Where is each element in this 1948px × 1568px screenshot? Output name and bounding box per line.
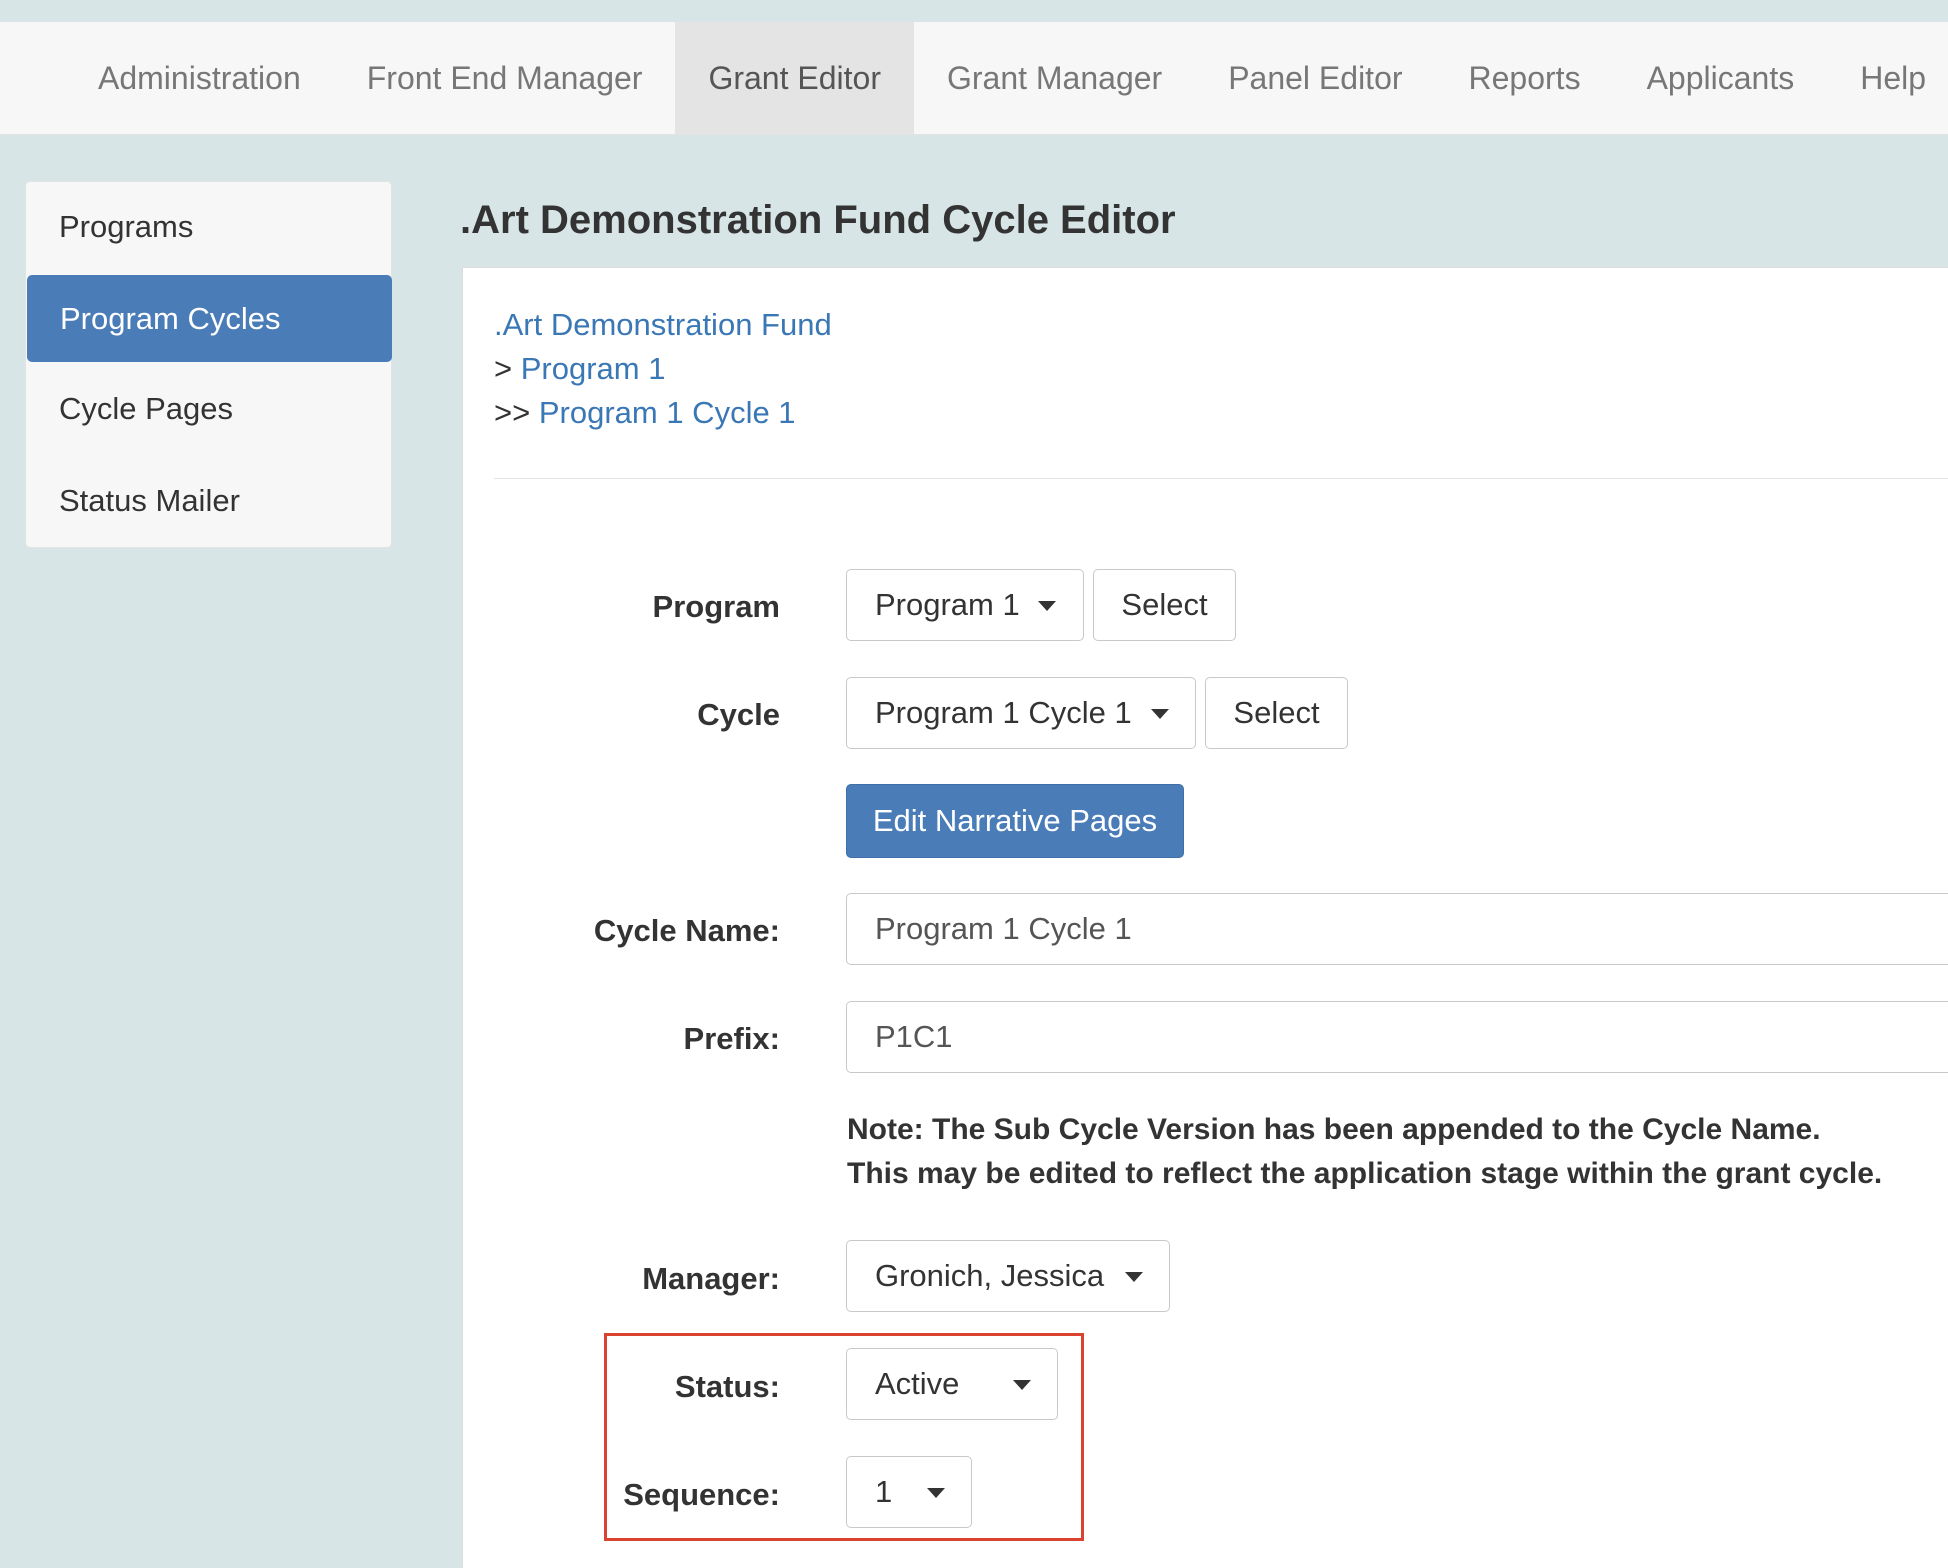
program-label: Program (652, 589, 780, 624)
nav-item-front-end-manager[interactable]: Front End Manager (334, 22, 676, 134)
top-strip (0, 0, 1948, 22)
prefix-label: Prefix: (683, 1021, 780, 1056)
breadcrumb-fund: .Art Demonstration Fund (494, 307, 832, 343)
breadcrumb-cycle-prefix: >> (494, 395, 531, 430)
program-dropdown-value: Program 1 (875, 587, 1020, 622)
caret-down-icon (927, 1488, 945, 1498)
sidebar-item-cycle-pages[interactable]: Cycle Pages (26, 365, 393, 452)
program-select-button[interactable]: Select (1093, 569, 1236, 641)
nav-item-panel-editor[interactable]: Panel Editor (1195, 22, 1435, 134)
nav-item-grant-manager[interactable]: Grant Manager (914, 22, 1195, 134)
main-navbar: Administration Front End Manager Grant E… (0, 22, 1948, 135)
cycle-dropdown-value: Program 1 Cycle 1 (875, 695, 1132, 730)
sidebar-item-program-cycles[interactable]: Program Cycles (27, 275, 392, 362)
cycle-name-label: Cycle Name: (593, 913, 780, 948)
status-dropdown-value: Active (875, 1366, 960, 1401)
cycle-label: Cycle (697, 697, 780, 732)
caret-down-icon (1151, 709, 1169, 719)
page-title: .Art Demonstration Fund Cycle Editor (460, 198, 1176, 242)
caret-down-icon (1125, 1272, 1143, 1282)
cycle-dropdown[interactable]: Program 1 Cycle 1 (846, 677, 1196, 749)
manager-dropdown[interactable]: Gronich, Jessica (846, 1240, 1170, 1312)
sequence-dropdown[interactable]: 1 (846, 1456, 972, 1528)
edit-narrative-pages-button[interactable]: Edit Narrative Pages (846, 784, 1184, 858)
sequence-label: Sequence: (623, 1477, 780, 1512)
breadcrumb-cycle-link[interactable]: Program 1 Cycle 1 (539, 395, 796, 430)
nav-item-administration[interactable]: Administration (65, 22, 334, 134)
breadcrumb-program: > Program 1 (494, 351, 665, 387)
status-dropdown[interactable]: Active (846, 1348, 1058, 1420)
nav-item-grant-editor[interactable]: Grant Editor (675, 22, 914, 134)
nav-item-applicants[interactable]: Applicants (1614, 22, 1828, 134)
breadcrumb-cycle: >> Program 1 Cycle 1 (494, 395, 796, 431)
breadcrumb-fund-link[interactable]: .Art Demonstration Fund (494, 307, 832, 342)
manager-dropdown-value: Gronich, Jessica (875, 1258, 1105, 1293)
sequence-dropdown-value: 1 (875, 1474, 893, 1509)
sidebar-item-status-mailer[interactable]: Status Mailer (26, 457, 393, 544)
prefix-input[interactable]: P1C1 (846, 1001, 1948, 1073)
status-label: Status: (674, 1369, 780, 1404)
note-line-2: This may be edited to reflect the applic… (847, 1157, 1883, 1190)
nav-item-reports[interactable]: Reports (1436, 22, 1614, 134)
manager-label: Manager: (642, 1261, 780, 1296)
caret-down-icon (1013, 1380, 1031, 1390)
nav-item-help[interactable]: Help (1827, 22, 1948, 134)
breadcrumb-program-link[interactable]: Program 1 (521, 351, 666, 386)
caret-down-icon (1038, 601, 1056, 611)
sidebar-item-programs[interactable]: Programs (26, 183, 393, 270)
cycle-select-button[interactable]: Select (1205, 677, 1348, 749)
note-line-1: Note: The Sub Cycle Version has been app… (847, 1113, 1821, 1146)
program-dropdown[interactable]: Program 1 (846, 569, 1084, 641)
sidebar: Programs Program Cycles Cycle Pages Stat… (25, 181, 392, 548)
breadcrumb-divider (494, 478, 1948, 479)
cycle-name-input[interactable]: Program 1 Cycle 1 (846, 893, 1948, 965)
breadcrumb-program-prefix: > (494, 351, 513, 386)
